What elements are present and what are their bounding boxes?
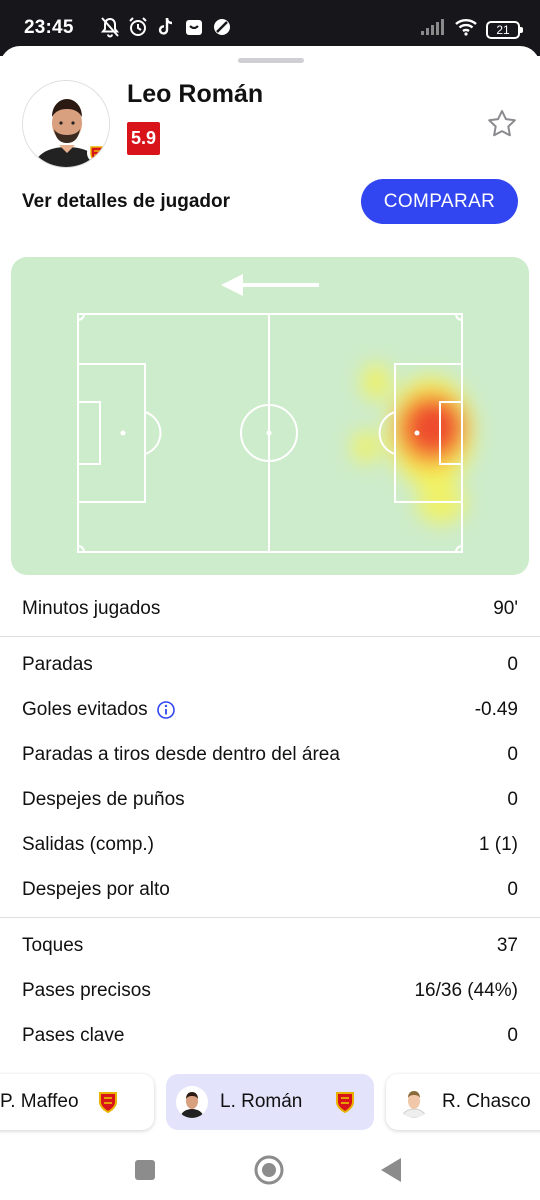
heatmap-pitch — [77, 274, 473, 553]
stat-label-text: Paradas a tiros desde dentro del área — [22, 743, 340, 765]
mute-bell-icon — [100, 16, 120, 38]
stats-list: Minutos jugados 90' Paradas 0 Goles evitados… — [0, 586, 540, 1058]
club-crest-icon — [334, 1090, 356, 1114]
home-button[interactable] — [251, 1152, 287, 1188]
player-chip-prev[interactable]: P. Maffeo — [0, 1074, 154, 1130]
heatmap-blobs — [352, 364, 473, 524]
stats-divider — [0, 636, 540, 637]
club-crest-icon — [97, 1090, 119, 1114]
stat-row: Toques 37 — [0, 923, 540, 968]
back-button[interactable] — [374, 1152, 410, 1188]
system-nav-bar — [0, 1140, 540, 1200]
tiktok-icon — [156, 16, 176, 38]
stat-row: Despejes de puños 0 — [0, 777, 540, 822]
stat-label-text: Salidas (comp.) — [22, 833, 154, 855]
stat-label-text: Minutos jugados — [22, 597, 161, 619]
heatmap-card — [11, 257, 529, 575]
stat-label: Toques — [22, 935, 83, 957]
player-details-link[interactable]: Ver detalles de jugador — [22, 191, 230, 213]
alarm-icon — [128, 16, 148, 38]
stat-label: Pases precisos — [22, 980, 151, 1002]
status-right: 21 — [420, 18, 523, 41]
stat-row: Minutos jugados 90' — [0, 586, 540, 631]
player-chip-name: L. Román — [220, 1091, 303, 1112]
stat-label: Despejes de puños — [22, 789, 185, 811]
stat-label: Despejes por alto — [22, 879, 170, 901]
stat-label: Salidas (comp.) — [22, 834, 154, 856]
stat-label-text: Paradas — [22, 653, 93, 675]
info-icon[interactable] — [156, 700, 176, 720]
stat-label-text: Toques — [22, 934, 84, 956]
attack-direction-arrow-icon — [221, 274, 319, 296]
stat-row: Salidas (comp.) 1 (1) — [0, 822, 540, 867]
player-chip-avatar — [398, 1086, 430, 1118]
club-crest-icon — [87, 143, 107, 163]
player-chip-next[interactable]: R. Chasco — [386, 1074, 540, 1130]
stat-label: Paradas — [22, 654, 93, 676]
stat-label-text: Despejes de puños — [22, 788, 185, 810]
stat-value: 0 — [507, 653, 518, 675]
stat-value: 37 — [496, 934, 518, 956]
player-chip-avatar — [176, 1086, 208, 1118]
status-time: 23:45 — [24, 17, 74, 38]
app-icon — [184, 16, 204, 38]
stat-value: 1 (1) — [478, 833, 518, 855]
stat-row: Goles evitados -0.49 — [0, 687, 540, 732]
signal-icon — [420, 18, 446, 41]
stat-value: 16/36 (44%) — [414, 979, 518, 1001]
stat-row: Despejes por alto 0 — [0, 867, 540, 912]
stat-value: 0 — [507, 1024, 518, 1046]
compare-button[interactable]: COMPARAR — [361, 179, 518, 224]
app-icon-2 — [212, 16, 232, 38]
player-carousel[interactable]: P. Maffeo L. Román R. Chasco — [0, 1074, 540, 1132]
stat-label: Goles evitados — [22, 699, 176, 721]
sheet-drag-handle[interactable] — [238, 58, 304, 63]
recent-apps-button[interactable] — [127, 1152, 163, 1188]
player-avatar — [22, 80, 110, 168]
stat-label-text: Pases precisos — [22, 979, 151, 1001]
player-chip-current[interactable]: L. Román — [166, 1074, 374, 1130]
stat-value: -0.49 — [474, 698, 518, 720]
stat-row: Paradas 0 — [0, 642, 540, 687]
stat-row: Pases precisos 16/36 (44%) — [0, 968, 540, 1013]
stat-value: 0 — [507, 788, 518, 810]
rating-badge: 5.9 — [127, 122, 160, 155]
stat-label-text: Pases clave — [22, 1024, 125, 1046]
battery-indicator: 21 — [486, 20, 523, 39]
stat-value: 0 — [507, 878, 518, 900]
stat-label-text: Despejes por alto — [22, 878, 170, 900]
stat-row: Pases clave 0 — [0, 1013, 540, 1058]
wifi-icon — [454, 18, 478, 41]
stat-value: 90' — [493, 597, 518, 619]
stat-label-text: Goles evitados — [22, 698, 148, 720]
player-chip-name: R. Chasco — [442, 1091, 531, 1112]
player-sheet: Leo Román 5.9 Ver detalles de jugador CO… — [0, 46, 540, 1200]
stat-label: Pases clave — [22, 1025, 124, 1047]
notification-icons — [100, 16, 232, 38]
stats-divider — [0, 917, 540, 918]
player-chip-name: P. Maffeo — [0, 1091, 79, 1112]
stat-label: Minutos jugados — [22, 598, 160, 620]
stat-value: 0 — [507, 743, 518, 765]
stat-row: Paradas a tiros desde dentro del área 0 — [0, 732, 540, 777]
player-name: Leo Román — [127, 80, 264, 108]
favorite-star-icon[interactable] — [486, 108, 518, 140]
stat-label: Paradas a tiros desde dentro del área — [22, 744, 340, 766]
